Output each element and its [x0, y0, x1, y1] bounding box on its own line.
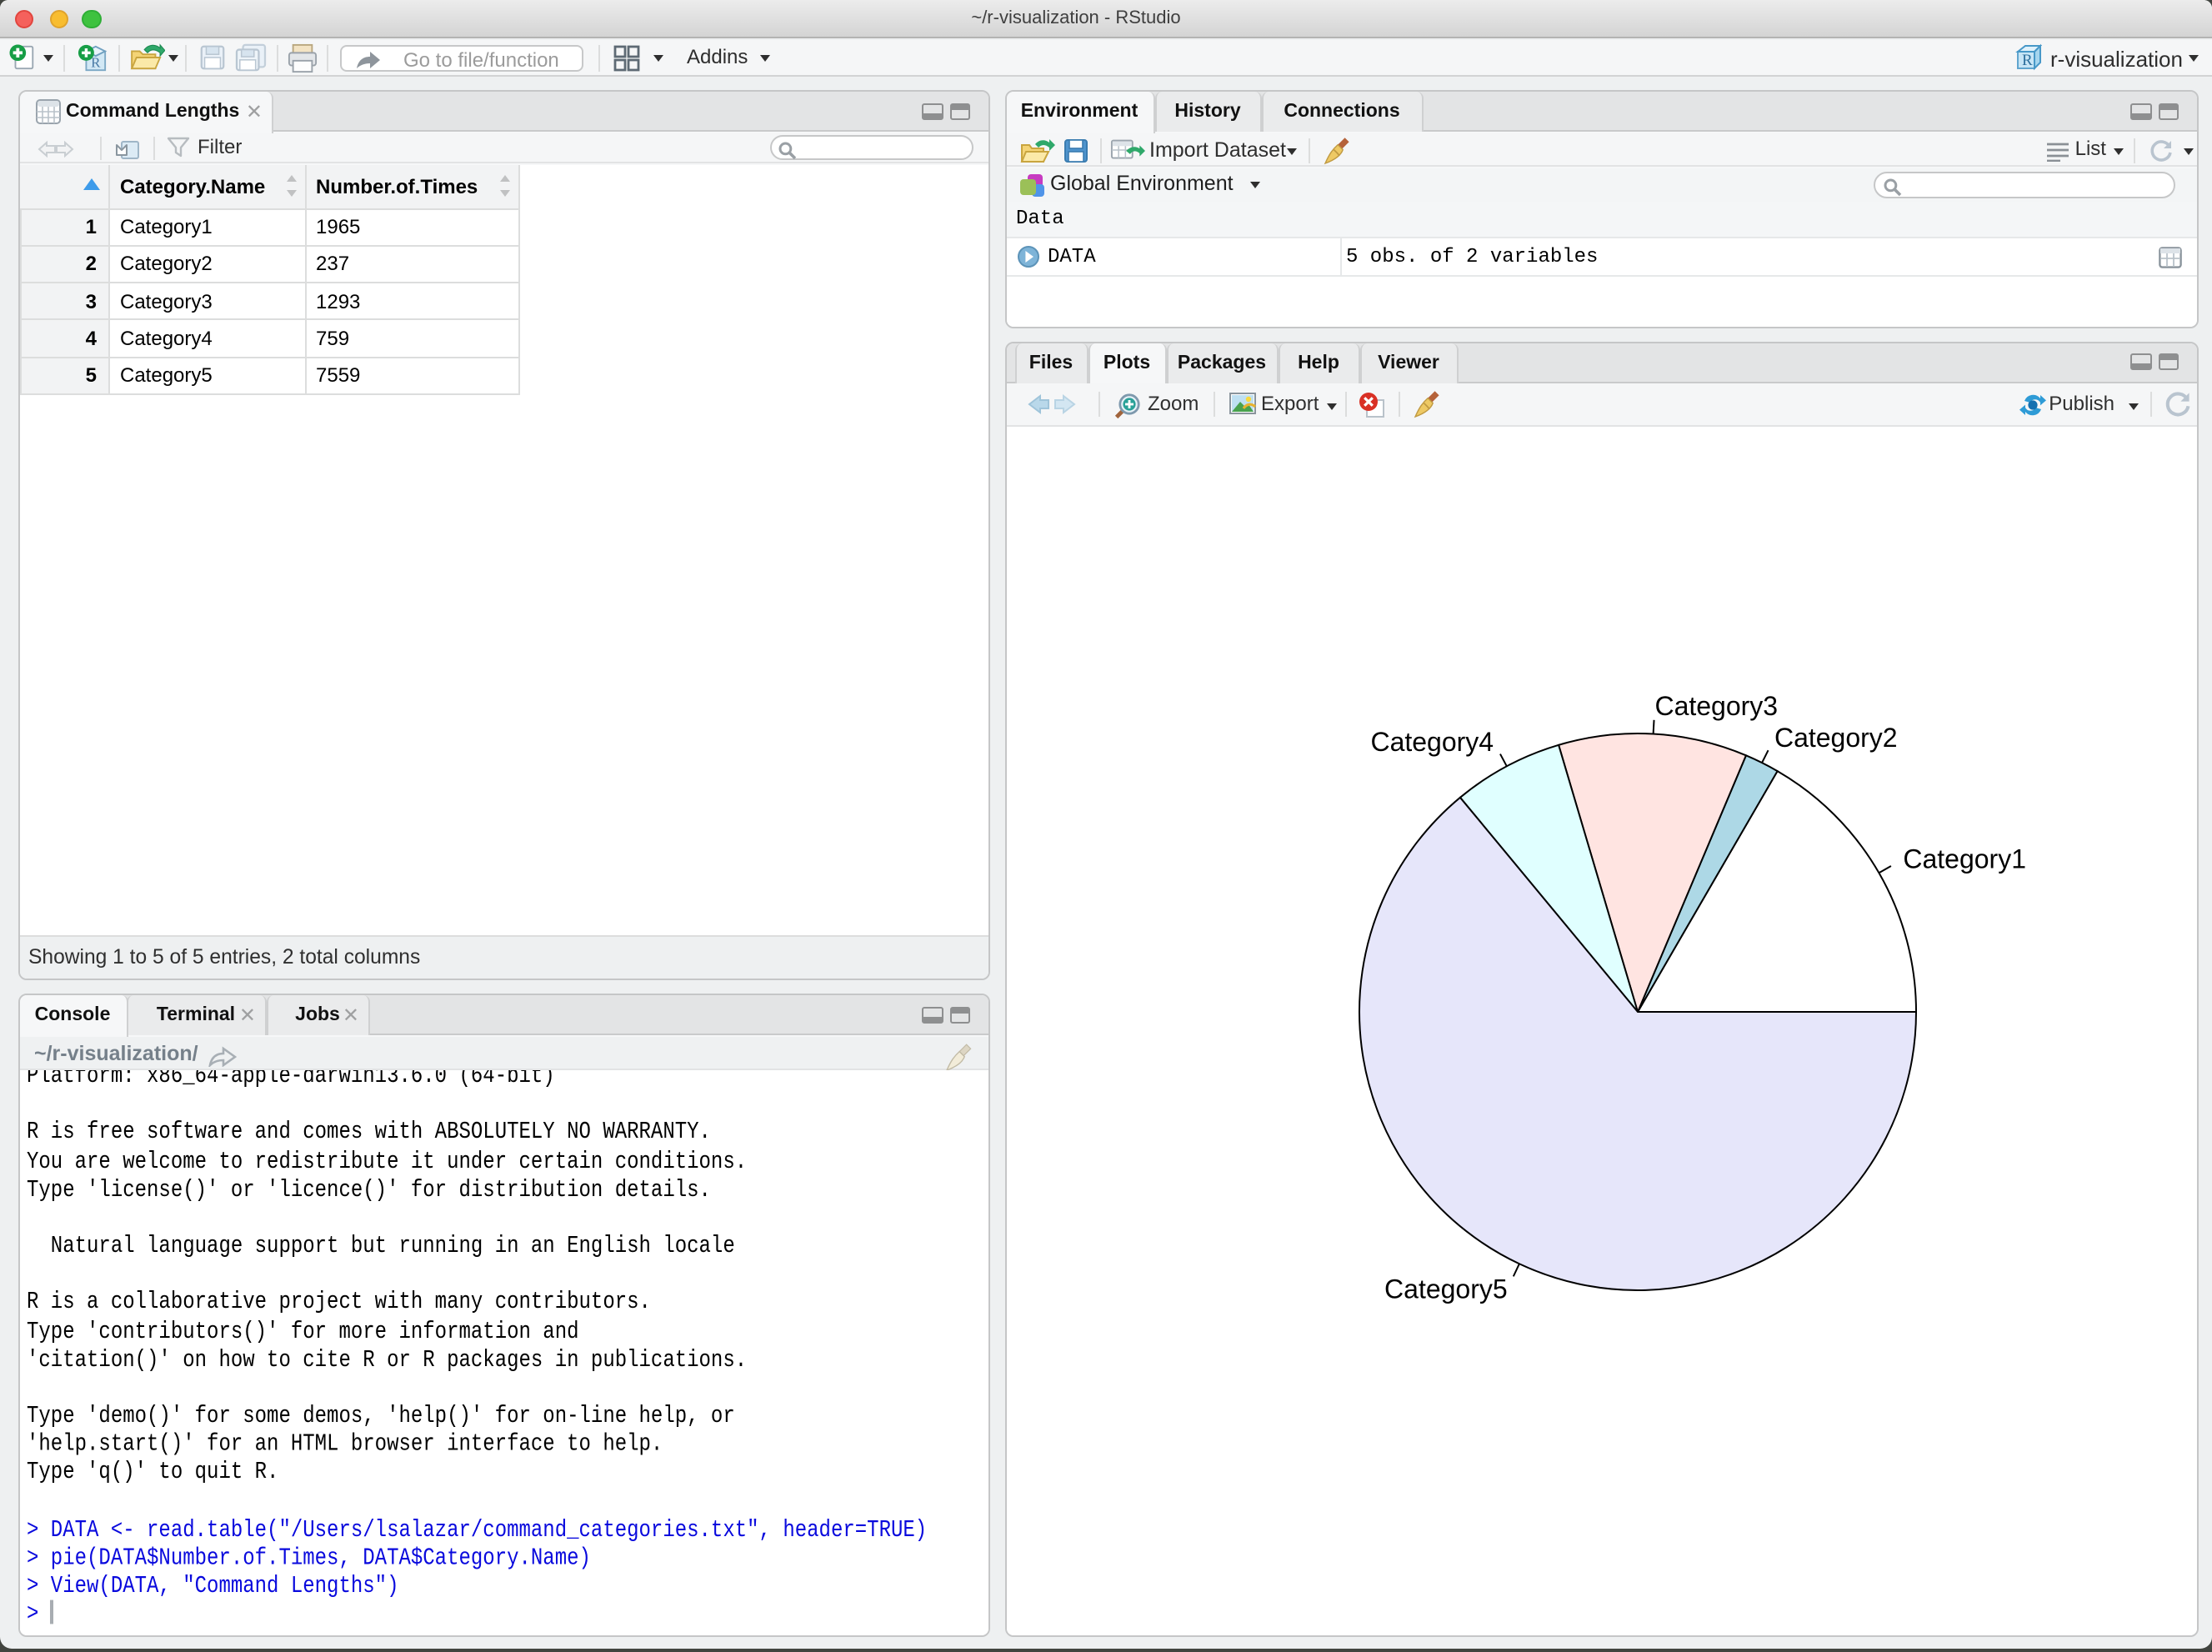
svg-text:Category5: Category5: [1384, 1274, 1507, 1304]
svg-text:Category4: Category4: [1369, 727, 1493, 757]
svg-text:Category2: Category2: [1774, 723, 1897, 753]
svg-text:R: R: [2022, 52, 2033, 69]
svg-text:Category1: Category1: [1902, 844, 2025, 874]
svg-text:Category3: Category3: [1654, 691, 1777, 721]
